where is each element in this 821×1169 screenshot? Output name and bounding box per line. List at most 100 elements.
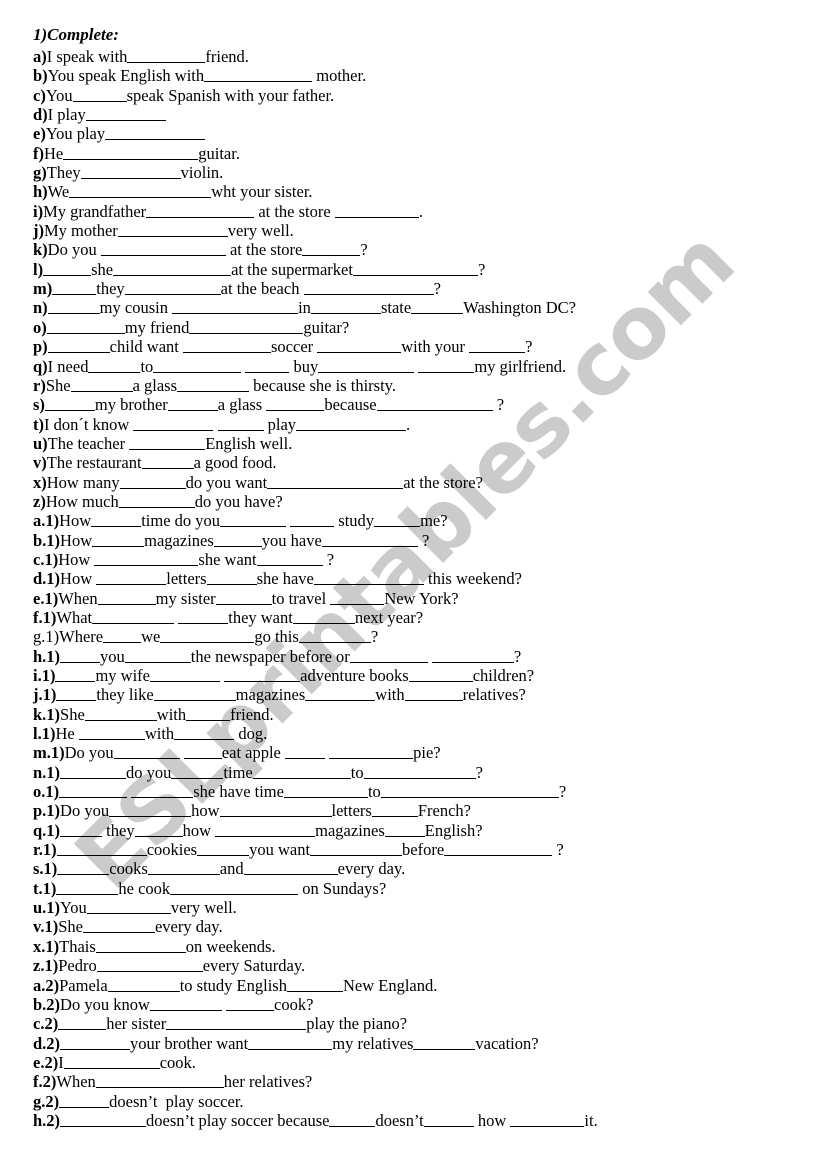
answer-blank[interactable]	[92, 610, 175, 624]
answer-blank[interactable]	[43, 262, 92, 276]
answer-blank[interactable]	[78, 726, 145, 741]
answer-blank[interactable]	[60, 649, 101, 663]
answer-blank[interactable]	[69, 185, 212, 199]
answer-blank[interactable]	[213, 533, 262, 547]
answer-blank[interactable]	[56, 687, 97, 702]
answer-blank[interactable]	[80, 165, 181, 180]
answer-blank[interactable]	[59, 784, 128, 799]
answer-blank[interactable]	[95, 939, 186, 953]
answer-blank[interactable]	[183, 339, 271, 354]
answer-blank[interactable]	[47, 339, 110, 354]
answer-blank[interactable]	[86, 900, 171, 915]
answer-blank[interactable]	[384, 823, 425, 837]
answer-blank[interactable]	[46, 320, 125, 334]
answer-blank[interactable]	[124, 649, 191, 663]
answer-blank[interactable]	[349, 649, 428, 663]
answer-blank[interactable]	[96, 958, 203, 973]
answer-blank[interactable]	[174, 726, 235, 741]
answer-blank[interactable]	[286, 978, 343, 992]
answer-blank[interactable]	[380, 784, 559, 799]
answer-blank[interactable]	[444, 842, 553, 857]
answer-blank[interactable]	[153, 687, 236, 702]
answer-blank[interactable]	[134, 823, 183, 837]
answer-blank[interactable]	[109, 804, 192, 818]
answer-blank[interactable]	[150, 668, 220, 682]
answer-blank[interactable]	[141, 455, 194, 470]
answer-blank[interactable]	[220, 513, 287, 528]
answer-blank[interactable]	[91, 513, 142, 528]
answer-blank[interactable]	[160, 629, 255, 644]
answer-blank[interactable]	[70, 378, 133, 392]
answer-blank[interactable]	[408, 668, 473, 682]
answer-blank[interactable]	[60, 1113, 147, 1127]
answer-blank[interactable]	[113, 746, 180, 760]
answer-blank[interactable]	[352, 262, 478, 276]
answer-blank[interactable]	[44, 397, 95, 412]
answer-blank[interactable]	[215, 591, 272, 605]
answer-blank[interactable]	[60, 1036, 131, 1050]
answer-blank[interactable]	[167, 397, 218, 412]
answer-blank[interactable]	[334, 204, 419, 218]
answer-blank[interactable]	[317, 339, 402, 354]
answer-blank[interactable]	[147, 862, 220, 876]
answer-blank[interactable]	[283, 784, 368, 799]
answer-blank[interactable]	[92, 533, 145, 547]
answer-blank[interactable]	[52, 281, 97, 296]
answer-blank[interactable]	[133, 417, 214, 431]
answer-blank[interactable]	[85, 107, 166, 122]
answer-blank[interactable]	[47, 301, 100, 315]
answer-blank[interactable]	[172, 301, 299, 315]
answer-blank[interactable]	[303, 281, 434, 296]
answer-blank[interactable]	[248, 1036, 333, 1050]
answer-blank[interactable]	[131, 784, 194, 799]
answer-blank[interactable]	[256, 552, 323, 566]
answer-blank[interactable]	[57, 862, 110, 876]
answer-blank[interactable]	[413, 1036, 476, 1050]
answer-blank[interactable]	[63, 146, 199, 160]
answer-blank[interactable]	[510, 1113, 585, 1127]
answer-blank[interactable]	[171, 765, 224, 779]
answer-blank[interactable]	[329, 746, 414, 760]
answer-blank[interactable]	[166, 1016, 307, 1031]
answer-blank[interactable]	[113, 262, 232, 276]
answer-blank[interactable]	[59, 1094, 110, 1108]
answer-blank[interactable]	[117, 223, 228, 238]
answer-blank[interactable]	[219, 804, 332, 818]
answer-blank[interactable]	[469, 339, 526, 354]
answer-blank[interactable]	[55, 668, 96, 682]
answer-blank[interactable]	[197, 842, 250, 857]
answer-blank[interactable]	[363, 765, 476, 779]
answer-blank[interactable]	[374, 513, 421, 528]
answer-blank[interactable]	[82, 920, 155, 934]
answer-blank[interactable]	[183, 746, 222, 760]
answer-blank[interactable]	[84, 707, 157, 721]
answer-blank[interactable]	[226, 997, 275, 1011]
answer-blank[interactable]	[56, 881, 119, 895]
answer-blank[interactable]	[88, 359, 141, 373]
answer-blank[interactable]	[95, 1074, 224, 1089]
answer-blank[interactable]	[252, 765, 351, 779]
answer-blank[interactable]	[177, 378, 250, 392]
answer-blank[interactable]	[411, 301, 464, 315]
answer-blank[interactable]	[189, 320, 304, 334]
answer-blank[interactable]	[60, 823, 103, 837]
answer-blank[interactable]	[376, 397, 493, 412]
answer-blank[interactable]	[290, 513, 335, 528]
answer-blank[interactable]	[129, 436, 206, 450]
answer-blank[interactable]	[266, 397, 325, 412]
answer-blank[interactable]	[206, 571, 257, 586]
answer-blank[interactable]	[96, 571, 167, 586]
answer-blank[interactable]	[431, 649, 514, 663]
answer-blank[interactable]	[245, 359, 290, 373]
answer-blank[interactable]	[149, 997, 222, 1011]
answer-blank[interactable]	[418, 359, 475, 373]
answer-blank[interactable]	[224, 668, 301, 682]
answer-blank[interactable]	[313, 571, 424, 586]
answer-blank[interactable]	[170, 881, 299, 895]
answer-blank[interactable]	[146, 204, 255, 218]
answer-blank[interactable]	[60, 765, 127, 779]
answer-blank[interactable]	[119, 475, 186, 489]
answer-blank[interactable]	[243, 862, 338, 876]
answer-blank[interactable]	[292, 610, 355, 624]
answer-blank[interactable]	[330, 591, 385, 605]
